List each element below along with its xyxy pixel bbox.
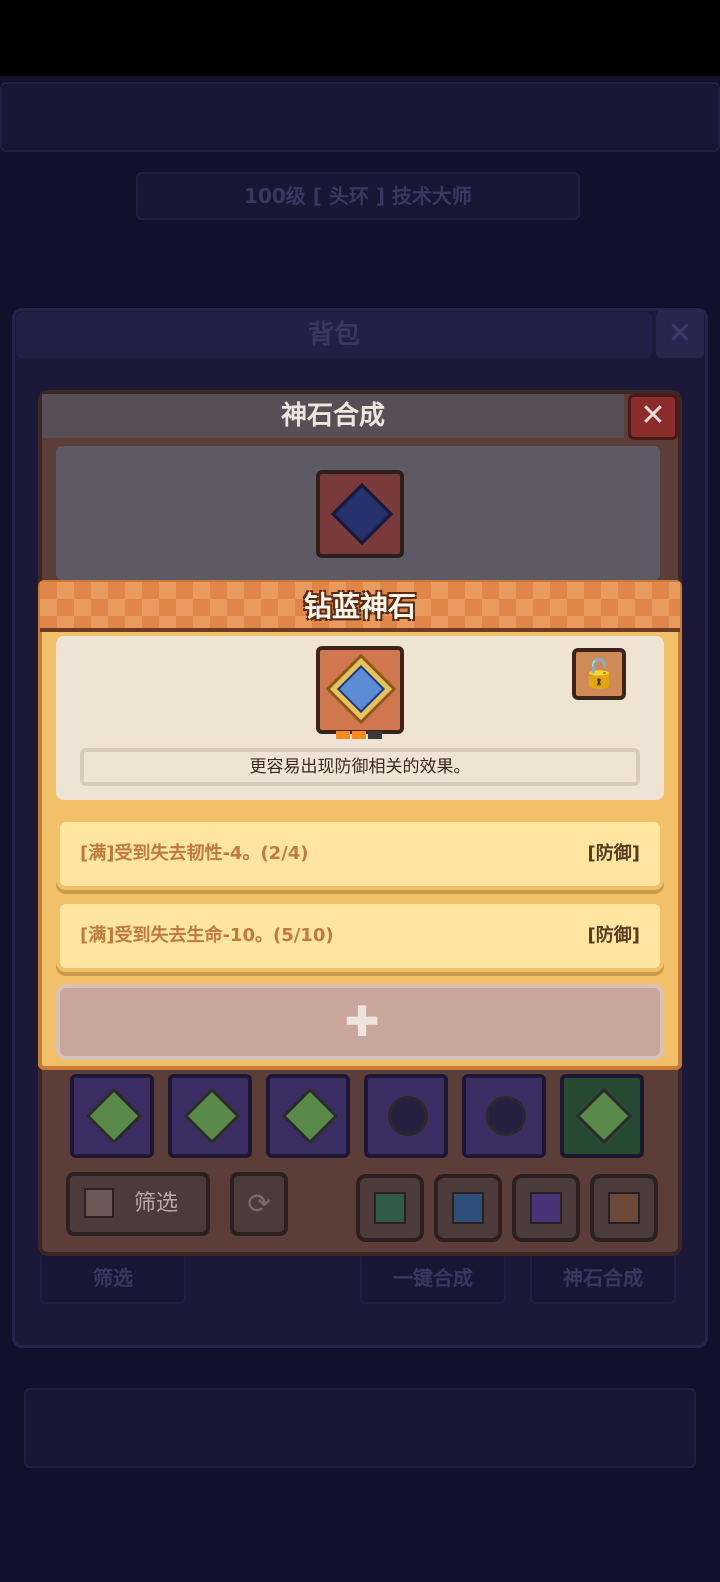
filter-button[interactable]: 筛选 [66,1172,210,1236]
effect-tag: [防御] [587,925,640,946]
effect-row-2[interactable]: [满]受到失去生命-10。(5/10) [防御] [56,900,664,972]
filter-label: 筛选 [134,1191,179,1216]
modal-title: 神石合成 [42,394,624,438]
gem-card-title: 钻蓝神石 [303,590,416,623]
inventory-gem-slot[interactable] [462,1074,546,1158]
bottom-nav [24,1388,696,1468]
purple-swatch-icon [530,1192,562,1224]
dark-round-gem-icon [486,1096,526,1136]
inventory-gem-slot[interactable] [70,1074,154,1158]
level-dot [352,731,366,739]
blue-filter-button[interactable] [434,1174,502,1242]
backpack-title: 背包 [16,312,652,358]
gem-icon [330,482,394,546]
add-effect-button[interactable]: ✚ [56,984,664,1060]
green-square-gem-icon [85,1087,143,1145]
green-square-gem-icon [575,1087,633,1145]
blue-swatch-icon [452,1192,484,1224]
inventory-gem-slot[interactable] [560,1074,644,1158]
level-dot [368,731,382,739]
green-filter-button[interactable] [356,1174,424,1242]
status-bar [0,0,720,76]
inventory-gem-slot[interactable] [266,1074,350,1158]
dark-round-gem-icon [388,1096,428,1136]
purple-filter-button[interactable] [512,1174,580,1242]
refresh-icon: ⟳ [247,1187,271,1220]
hud-bar [0,82,720,152]
grid-icon [84,1188,114,1218]
bg-one-click-label: 一键合成 [393,1266,473,1290]
modal-close-button[interactable]: ✕ [628,394,678,440]
gem-level-dots [336,724,386,739]
effect-text: [满]受到失去韧性-4。(2/4) [80,843,309,864]
banner-text: 100级 [ 头环 ] 技术大师 [244,184,472,208]
green-square-gem-icon [183,1087,241,1145]
effect-row-1[interactable]: [满]受到失去韧性-4。(2/4) [防御] [56,818,664,890]
effect-tag: [防御] [587,843,640,864]
green-square-gem-icon [281,1087,339,1145]
inventory-gem-slot[interactable] [168,1074,252,1158]
orange-swatch-icon [608,1192,640,1224]
unlock-button[interactable]: 🔓 [572,648,626,700]
bg-one-click-merge-button[interactable]: 一键合成 [360,1252,506,1304]
bg-gem-merge-button[interactable]: 神石合成 [530,1252,676,1304]
bg-filter-label: 筛选 [93,1266,133,1290]
inventory-gem-slot[interactable] [364,1074,448,1158]
gem-description: 更容易出现防御相关的效果。 [80,748,640,786]
banner: 100级 [ 头环 ] 技术大师 [136,172,580,220]
backpack-close-button[interactable]: ✕ [656,310,704,358]
effect-text: [满]受到失去生命-10。(5/10) [80,925,334,946]
orange-filter-button[interactable] [590,1174,658,1242]
sapphire-gem-slot [316,646,404,734]
green-swatch-icon [374,1192,406,1224]
refresh-button[interactable]: ⟳ [230,1172,288,1236]
level-dot [336,731,350,739]
plus-icon: ✚ [344,997,380,1046]
unlock-icon: 🔓 [581,657,617,690]
selected-gem-slot[interactable] [316,470,404,558]
bg-filter-button[interactable]: 筛选 [40,1252,186,1304]
bg-gem-merge-label: 神石合成 [563,1266,643,1290]
